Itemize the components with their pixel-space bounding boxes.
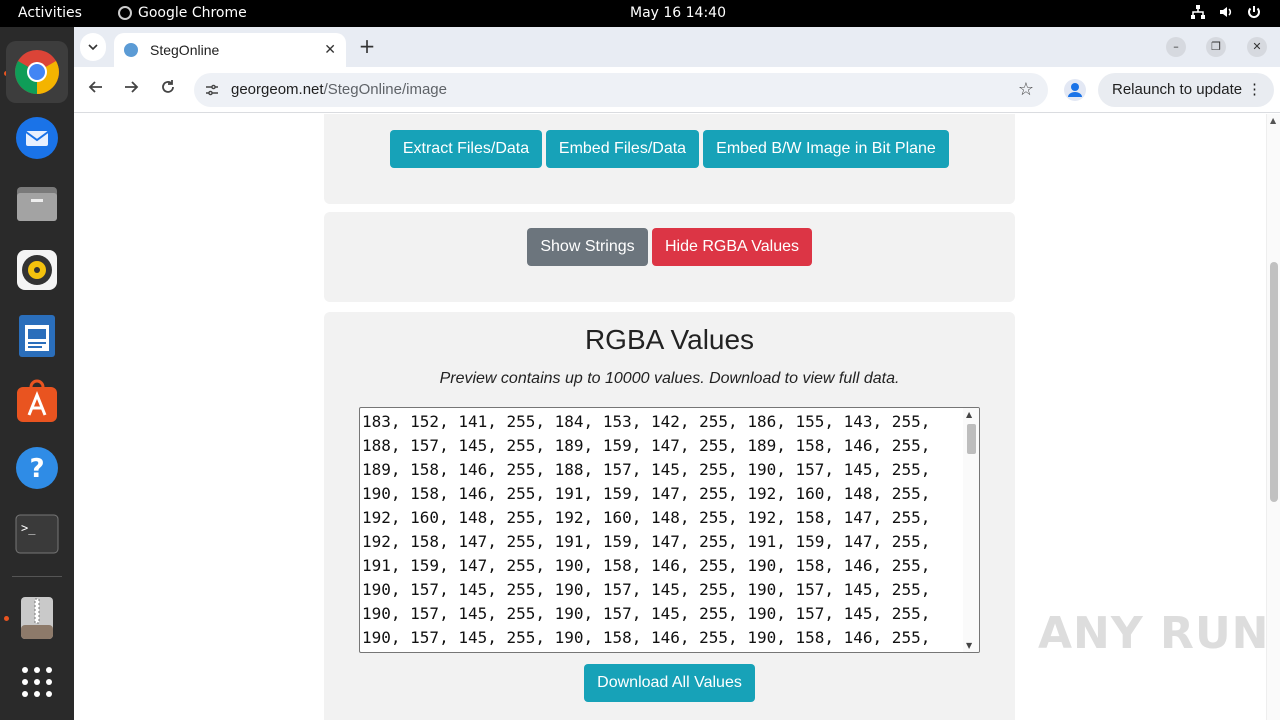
reload-button[interactable] <box>156 78 180 102</box>
textarea-scroll-thumb[interactable] <box>967 424 976 454</box>
terminal-icon[interactable]: >_ <box>6 503 68 565</box>
tab-stegonline[interactable]: StegOnline ✕ <box>114 33 346 67</box>
forward-button[interactable] <box>119 78 143 102</box>
reload-icon <box>162 80 174 93</box>
writer-icon[interactable] <box>6 305 68 367</box>
help-icon[interactable]: ? <box>6 437 68 499</box>
system-top-bar: Activities Google Chrome May 16 14:40 <box>0 0 1280 27</box>
rhythmbox-icon[interactable] <box>6 239 68 301</box>
page-viewport: Extract Files/Data Embed Files/Data Embe… <box>74 114 1280 720</box>
tab-search-button[interactable] <box>80 33 106 61</box>
profile-avatar[interactable] <box>1064 79 1086 101</box>
anyrun-watermark: ANY RUN <box>1038 608 1270 659</box>
page-scrollbar[interactable]: ▲ <box>1266 114 1280 720</box>
chrome-icon[interactable] <box>6 41 68 103</box>
rgba-values-card: RGBA Values Preview contains up to 10000… <box>324 312 1015 720</box>
globe-icon <box>124 43 138 57</box>
back-button[interactable] <box>84 78 108 102</box>
chevron-down-icon <box>88 44 98 51</box>
restore-button[interactable]: ❐ <box>1206 37 1226 57</box>
browser-toolbar: georgeom.net/StegOnline/image ☆ Relaunch… <box>74 67 1280 113</box>
url-text[interactable]: georgeom.net/StegOnline/image <box>231 81 447 98</box>
textarea-scrollbar[interactable]: ▲ ▼ <box>963 408 979 652</box>
preview-note: Preview contains up to 10000 values. Dow… <box>439 370 900 387</box>
system-tray[interactable] <box>1190 4 1262 20</box>
embed-bw-image-button[interactable]: Embed B/W Image in Bit Plane <box>703 130 949 168</box>
relaunch-label: Relaunch to update <box>1112 81 1243 98</box>
svg-text:>_: >_ <box>21 521 36 535</box>
files-icon[interactable] <box>6 173 68 235</box>
archive-manager-icon[interactable] <box>6 587 68 649</box>
address-bar[interactable]: georgeom.net/StegOnline/image ☆ <box>194 73 1048 107</box>
dock-separator <box>12 576 62 577</box>
scroll-up-icon[interactable]: ▲ <box>1270 116 1276 125</box>
url-domain: georgeom.net <box>231 81 324 98</box>
arrow-left-icon <box>88 81 102 93</box>
site-info-icon[interactable] <box>204 82 220 98</box>
hide-rgba-button[interactable]: Hide RGBA Values <box>652 228 812 266</box>
show-strings-button[interactable]: Show Strings <box>527 228 648 266</box>
person-icon <box>1068 83 1082 97</box>
clock[interactable]: May 16 14:40 <box>0 5 1280 21</box>
strings-rgba-card: Show Strings Hide RGBA Values <box>324 212 1015 302</box>
close-tab-icon[interactable]: ✕ <box>324 42 336 58</box>
page-scroll-thumb[interactable] <box>1270 262 1278 502</box>
extract-files-button[interactable]: Extract Files/Data <box>390 130 542 168</box>
chrome-window: StegOnline ✕ + – ❐ ✕ georgeom.net/StegOn… <box>74 27 1280 720</box>
bookmark-star-icon[interactable]: ☆ <box>1018 79 1034 100</box>
power-icon <box>1246 4 1262 20</box>
download-all-values-button[interactable]: Download All Values <box>584 664 755 702</box>
network-icon <box>1190 4 1206 20</box>
relaunch-button[interactable]: Relaunch to update ⋮ <box>1098 73 1274 107</box>
extract-embed-card: Extract Files/Data Embed Files/Data Embe… <box>324 114 1015 204</box>
rgba-values-text: 183, 152, 141, 255, 184, 153, 142, 255, … <box>362 412 931 647</box>
scroll-up-icon[interactable]: ▲ <box>966 410 972 419</box>
new-tab-button[interactable]: + <box>355 35 379 59</box>
thunderbird-icon[interactable] <box>6 107 68 169</box>
tab-title: StegOnline <box>150 42 220 58</box>
rgba-heading: RGBA Values <box>584 324 755 355</box>
rgba-values-textarea[interactable]: 183, 152, 141, 255, 184, 153, 142, 255, … <box>359 407 980 653</box>
arrow-right-icon <box>125 81 139 93</box>
volume-icon <box>1218 4 1234 20</box>
show-apps-icon[interactable] <box>6 651 68 713</box>
url-path: /StegOnline/image <box>323 81 447 98</box>
app-center-icon[interactable] <box>6 371 68 433</box>
tab-strip: StegOnline ✕ + – ❐ ✕ <box>74 27 1280 67</box>
embed-files-button[interactable]: Embed Files/Data <box>546 130 699 168</box>
scroll-down-icon[interactable]: ▼ <box>966 641 972 650</box>
close-window-button[interactable]: ✕ <box>1247 37 1267 57</box>
minimize-button[interactable]: – <box>1166 37 1186 57</box>
more-menu-icon[interactable]: ⋮ <box>1247 73 1262 107</box>
svg-text:?: ? <box>29 454 44 484</box>
dock: ? >_ <box>0 27 74 720</box>
